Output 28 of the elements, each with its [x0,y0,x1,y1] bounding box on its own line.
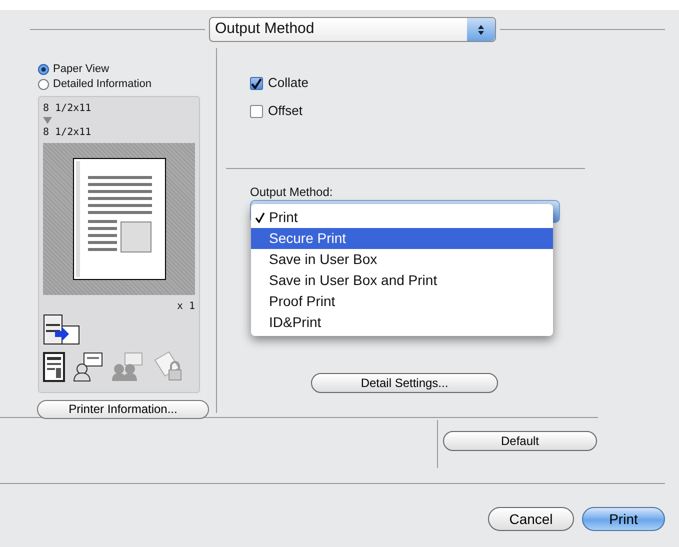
menu-item[interactable]: ID&Print [251,312,553,333]
print-button[interactable]: Print [582,507,665,531]
checkbox-option[interactable]: Collate [250,75,679,91]
view-option-radio[interactable]: Detailed Information [38,77,216,92]
printer-output-icon [43,314,80,346]
output-method-label: Output Method: [250,185,334,199]
checkbox-option[interactable]: Offset [250,103,679,119]
paper-size-label: 8 1/2x11 [43,126,92,140]
document-icon [43,352,65,382]
users-message-icon [111,352,143,382]
menu-item[interactable]: Save in User Box [251,249,553,270]
menu-item[interactable]: Save in User Box and Print [251,270,553,291]
section-popup[interactable]: Output Method [209,17,496,42]
paper-size-label: 8 1/2x11 [43,102,92,116]
user-message-icon [73,352,103,382]
down-triangle-icon [43,117,52,124]
cancel-button[interactable]: Cancel [488,507,574,531]
check-icon [251,78,262,88]
updown-arrows-icon [477,24,485,36]
copies-count: x 1 [176,300,195,314]
printer-information-button[interactable]: Printer Information... [37,400,209,419]
view-option-radio[interactable]: Paper View [38,62,216,77]
checkmark-icon [255,212,265,223]
menu-item[interactable]: Print [251,207,553,228]
default-button[interactable]: Default [443,431,597,451]
menu-item[interactable]: Proof Print [251,291,553,312]
menu-item[interactable]: Secure Print [251,228,553,249]
detail-settings-button[interactable]: Detail Settings... [311,373,498,393]
